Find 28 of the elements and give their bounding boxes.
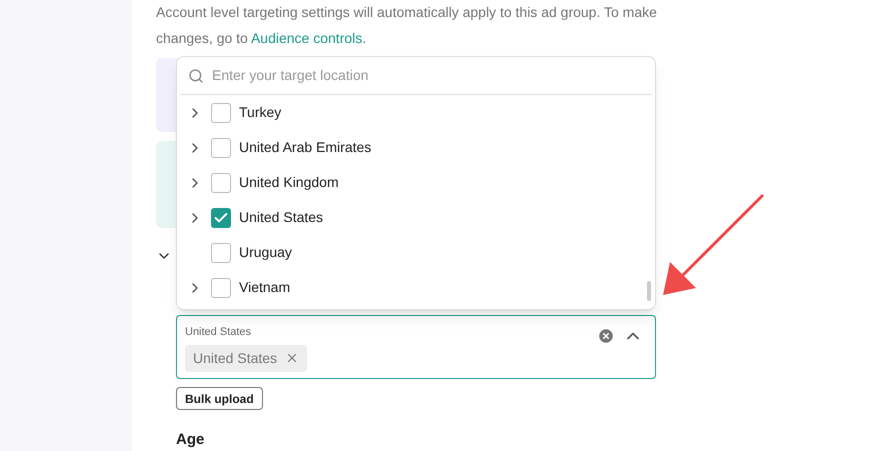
option-label: United Kingdom [239, 173, 339, 192]
option-label: United Arab Emirates [239, 138, 372, 157]
checkbox[interactable] [211, 208, 231, 228]
location-option[interactable]: United States [177, 200, 655, 235]
field-label: United States [185, 325, 252, 340]
location-option[interactable]: Turkey [177, 95, 655, 130]
clear-icon[interactable] [597, 327, 615, 345]
checkbox[interactable] [211, 102, 231, 122]
scrollbar-thumb[interactable] [647, 281, 651, 301]
tag-chip: United States [185, 344, 308, 372]
location-option[interactable]: United Kingdom [177, 165, 655, 200]
option-label: United States [239, 208, 324, 227]
checkbox[interactable] [211, 242, 231, 262]
option-label: Uruguay [239, 243, 292, 262]
search-icon [188, 68, 204, 84]
checkbox[interactable] [211, 172, 231, 192]
location-option[interactable]: Vietnam [177, 270, 655, 305]
location-option[interactable]: United Arab Emirates [177, 130, 655, 165]
option-label: Vietnam [239, 278, 290, 297]
checkbox[interactable] [211, 138, 231, 158]
location-field[interactable]: United States United States [176, 315, 656, 379]
option-label: Turkey [239, 103, 282, 122]
notice-text: Account level targeting settings will automatically apply to this ad group. To make changes, go to Audience controls. [156, 3, 658, 48]
bulk-upload-button[interactable]: Bulk upload [176, 387, 263, 410]
search-field[interactable]: Enter your target location [212, 65, 644, 86]
location-option[interactable]: Uruguay [177, 235, 655, 270]
checkbox[interactable] [211, 278, 231, 298]
section-title: Age [176, 430, 204, 448]
